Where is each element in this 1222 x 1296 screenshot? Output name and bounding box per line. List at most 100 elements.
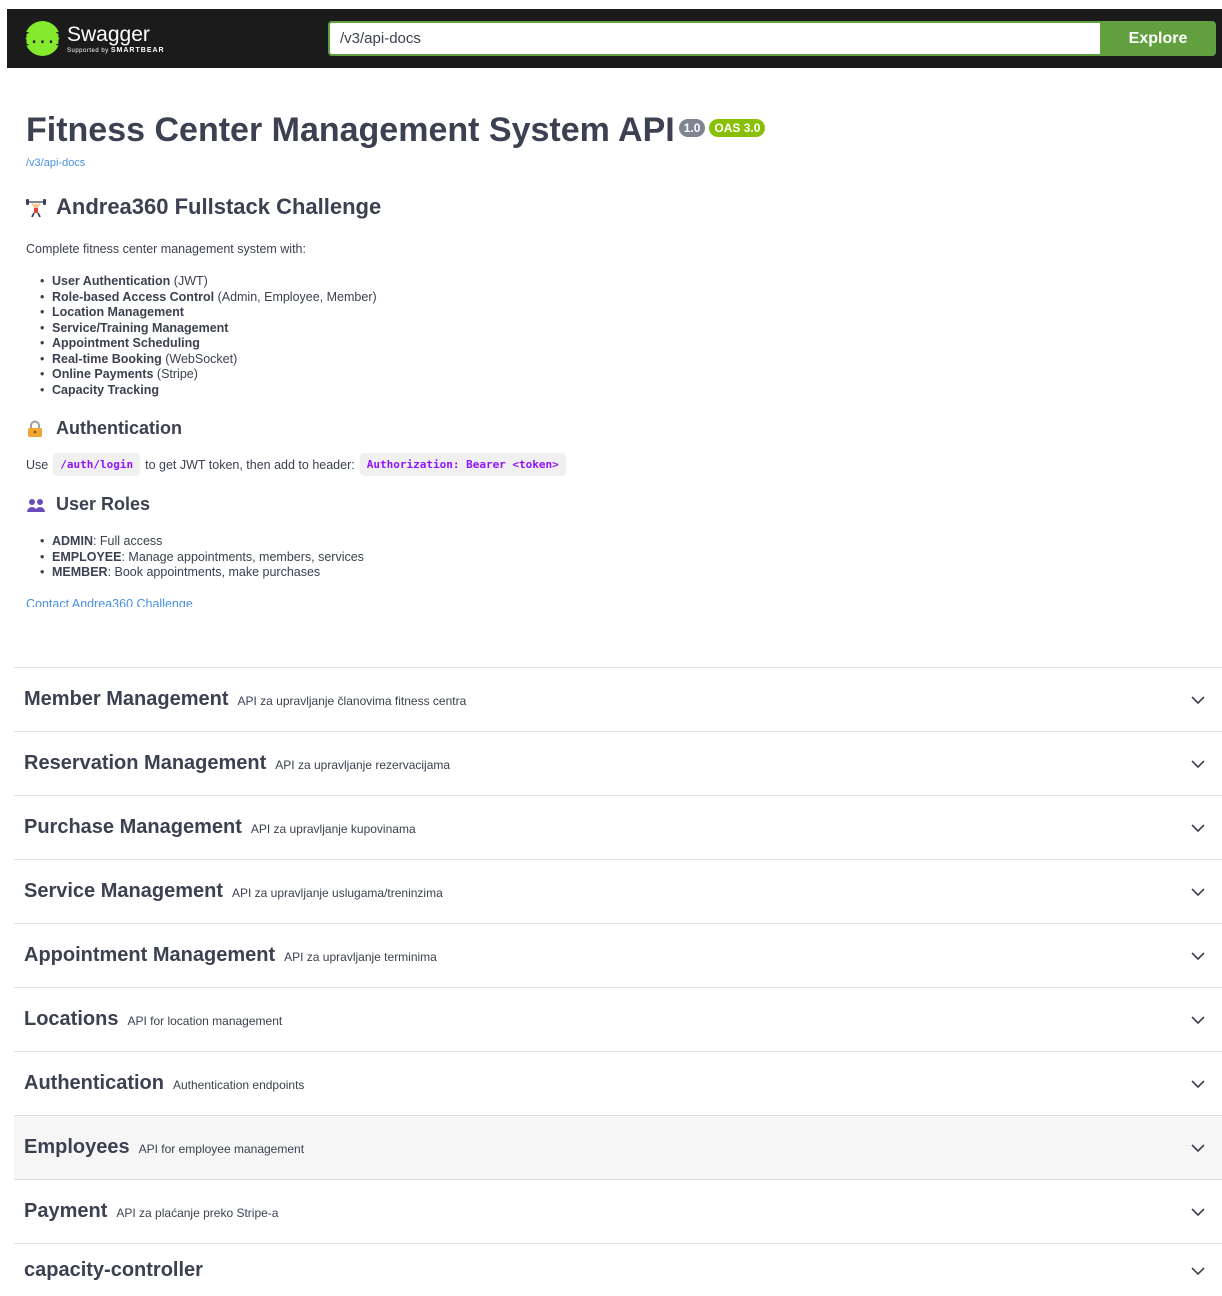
list-item: Role-based Access Control (Admin, Employ…	[40, 289, 1206, 306]
auth-header-code: Authorization: Bearer <token>	[359, 453, 566, 476]
role-name: EMPLOYEE	[52, 549, 122, 564]
tag-service-management[interactable]: Service Management API za upravljanje us…	[14, 860, 1222, 924]
logo-sub-brand: SMARTBEAR	[110, 46, 165, 54]
feature-name: Location Management	[52, 305, 184, 319]
tag-description: API za upravljanje članovima fitness cen…	[237, 694, 467, 708]
users-icon	[26, 496, 45, 514]
chevron-down-icon[interactable]	[1190, 756, 1206, 772]
roles-heading: User Roles	[26, 494, 1206, 515]
page-title: Fitness Center Management System API	[26, 111, 675, 149]
tag-payment[interactable]: Payment API za plaćanje preko Stripe-a	[14, 1180, 1222, 1244]
explore-button[interactable]: Explore	[1100, 21, 1216, 56]
auth-use-text: Use	[26, 457, 49, 472]
tag-capacity-controller[interactable]: capacity-controller	[14, 1244, 1222, 1294]
role-name: ADMIN	[52, 534, 93, 548]
tag-description: API za plaćanje preko Stripe-a	[116, 1206, 279, 1220]
tag-name: Locations	[24, 1008, 119, 1030]
list-item: Online Payments (Stripe)	[40, 367, 1206, 383]
list-item: Real-time Booking (WebSocket)	[40, 351, 1206, 368]
role-detail: : Full access	[92, 534, 163, 548]
chevron-down-icon[interactable]	[1190, 692, 1206, 708]
feature-name: Capacity Tracking	[52, 382, 159, 397]
tag-name: Purchase Management	[24, 816, 242, 838]
feature-detail: (Admin, Employee, Member)	[214, 289, 377, 304]
chevron-down-icon[interactable]	[1190, 820, 1206, 836]
logo-text: Swagger Supported by SMARTBEAR	[67, 22, 165, 54]
tag-list: Member Management API za upravljanje čla…	[14, 667, 1222, 1294]
feature-name: Real-time Booking	[52, 351, 162, 366]
list-item: ADMIN: Full access	[40, 534, 1206, 550]
tag-name: Appointment Management	[24, 944, 276, 966]
logo-sub-prefix: Supported by	[67, 47, 109, 54]
tag-description: API for location management	[127, 1014, 283, 1028]
spec-link[interactable]: /v3/api-docs	[26, 157, 1206, 169]
tag-authentication[interactable]: Authentication Authentication endpoints	[14, 1052, 1222, 1116]
description: Complete fitness center management syste…	[26, 242, 306, 256]
tag-locations[interactable]: Locations API for location management	[14, 988, 1222, 1052]
tag-name: Reservation Management	[24, 752, 267, 774]
title-row: Fitness Center Management System API 1.0…	[26, 110, 1206, 150]
list-item: Location Management	[40, 305, 1206, 321]
roles-heading-text: User Roles	[56, 494, 151, 514]
tag-description: API za upravljanje kupovinama	[250, 822, 416, 836]
tag-name: Service Management	[24, 880, 223, 902]
oas-badge: OAS 3.0	[709, 119, 766, 137]
chevron-down-icon[interactable]	[1190, 1263, 1206, 1279]
feature-name: Online Payments	[52, 367, 154, 381]
role-detail: : Manage appointments, members, services	[121, 549, 364, 564]
tag-name: Authentication	[24, 1072, 164, 1094]
list-item: MEMBER: Book appointments, make purchase…	[40, 565, 1206, 581]
list-item: Service/Training Management	[40, 321, 1206, 337]
tag-name: Employees	[24, 1136, 130, 1158]
spec-url-input[interactable]	[328, 21, 1101, 56]
feature-name: Role-based Access Control	[52, 289, 215, 304]
feature-detail: (WebSocket)	[161, 351, 238, 366]
tag-description: API za upravljanje uslugama/treninzima	[231, 886, 443, 900]
auth-heading: Authentication	[26, 418, 1206, 439]
feature-name: Appointment Scheduling	[52, 336, 200, 350]
weightlifter-icon	[26, 198, 46, 218]
version-badge: 1.0	[678, 119, 706, 137]
chevron-down-icon[interactable]	[1190, 948, 1206, 964]
lock-icon	[26, 420, 44, 438]
logo-name: Swagger	[67, 22, 150, 46]
tag-name: capacity-controller	[24, 1259, 203, 1281]
swagger-logo-icon: {...}	[21, 21, 64, 56]
feature-name: User Authentication	[52, 274, 171, 288]
tag-description: Authentication endpoints	[173, 1078, 305, 1092]
tag-appointment-management[interactable]: Appointment Management API za upravljanj…	[14, 924, 1222, 988]
list-item: Appointment Scheduling	[40, 336, 1206, 352]
tag-description: API for employee management	[138, 1142, 305, 1156]
chevron-down-icon[interactable]	[1190, 1076, 1206, 1092]
contact-link[interactable]: Contact Andrea360 Challenge	[26, 597, 1206, 608]
role-detail: : Book appointments, make purchases	[107, 565, 321, 579]
tag-reservation-management[interactable]: Reservation Management API za upravljanj…	[14, 732, 1222, 796]
feature-detail: (Stripe)	[153, 367, 198, 381]
role-name: MEMBER	[52, 565, 108, 579]
auth-instructions: Use /auth/login to get JWT token, then a…	[26, 453, 1206, 476]
tag-description: API za upravljanje terminima	[284, 950, 437, 964]
roles-list: ADMIN: Full access EMPLOYEE: Manage appo…	[26, 534, 1206, 581]
tag-member-management[interactable]: Member Management API za upravljanje čla…	[14, 668, 1222, 732]
tag-purchase-management[interactable]: Purchase Management API za upravljanje k…	[14, 796, 1222, 860]
api-info: Fitness Center Management System API 1.0…	[26, 110, 1206, 607]
challenge-heading: Andrea360 Fullstack Challenge	[26, 194, 1206, 220]
list-item: User Authentication (JWT)	[40, 274, 1206, 290]
auth-heading-text: Authentication	[56, 418, 182, 438]
feature-detail: (JWT)	[170, 274, 208, 288]
chevron-down-icon[interactable]	[1190, 1012, 1206, 1028]
topbar: {...} Swagger Supported by SMARTBEAR Exp…	[7, 9, 1222, 68]
tag-description: API za upravljanje rezervacijama	[275, 758, 451, 772]
chevron-down-icon[interactable]	[1190, 884, 1206, 900]
logo-sub: Supported by SMARTBEAR	[67, 47, 165, 54]
chevron-down-icon[interactable]	[1190, 1204, 1206, 1220]
tag-name: Payment	[24, 1200, 108, 1222]
tag-employees[interactable]: Employees API for employee management	[14, 1116, 1222, 1180]
list-item: EMPLOYEE: Manage appointments, members, …	[40, 549, 1206, 566]
swagger-logo[interactable]: {...} Swagger Supported by SMARTBEAR	[21, 21, 165, 56]
chevron-down-icon[interactable]	[1190, 1140, 1206, 1156]
challenge-heading-text: Andrea360 Fullstack Challenge	[56, 194, 382, 219]
tag-name: Member Management	[24, 688, 229, 710]
feature-list: User Authentication (JWT) Role-based Acc…	[26, 274, 1206, 398]
list-item: Capacity Tracking	[40, 382, 1206, 399]
